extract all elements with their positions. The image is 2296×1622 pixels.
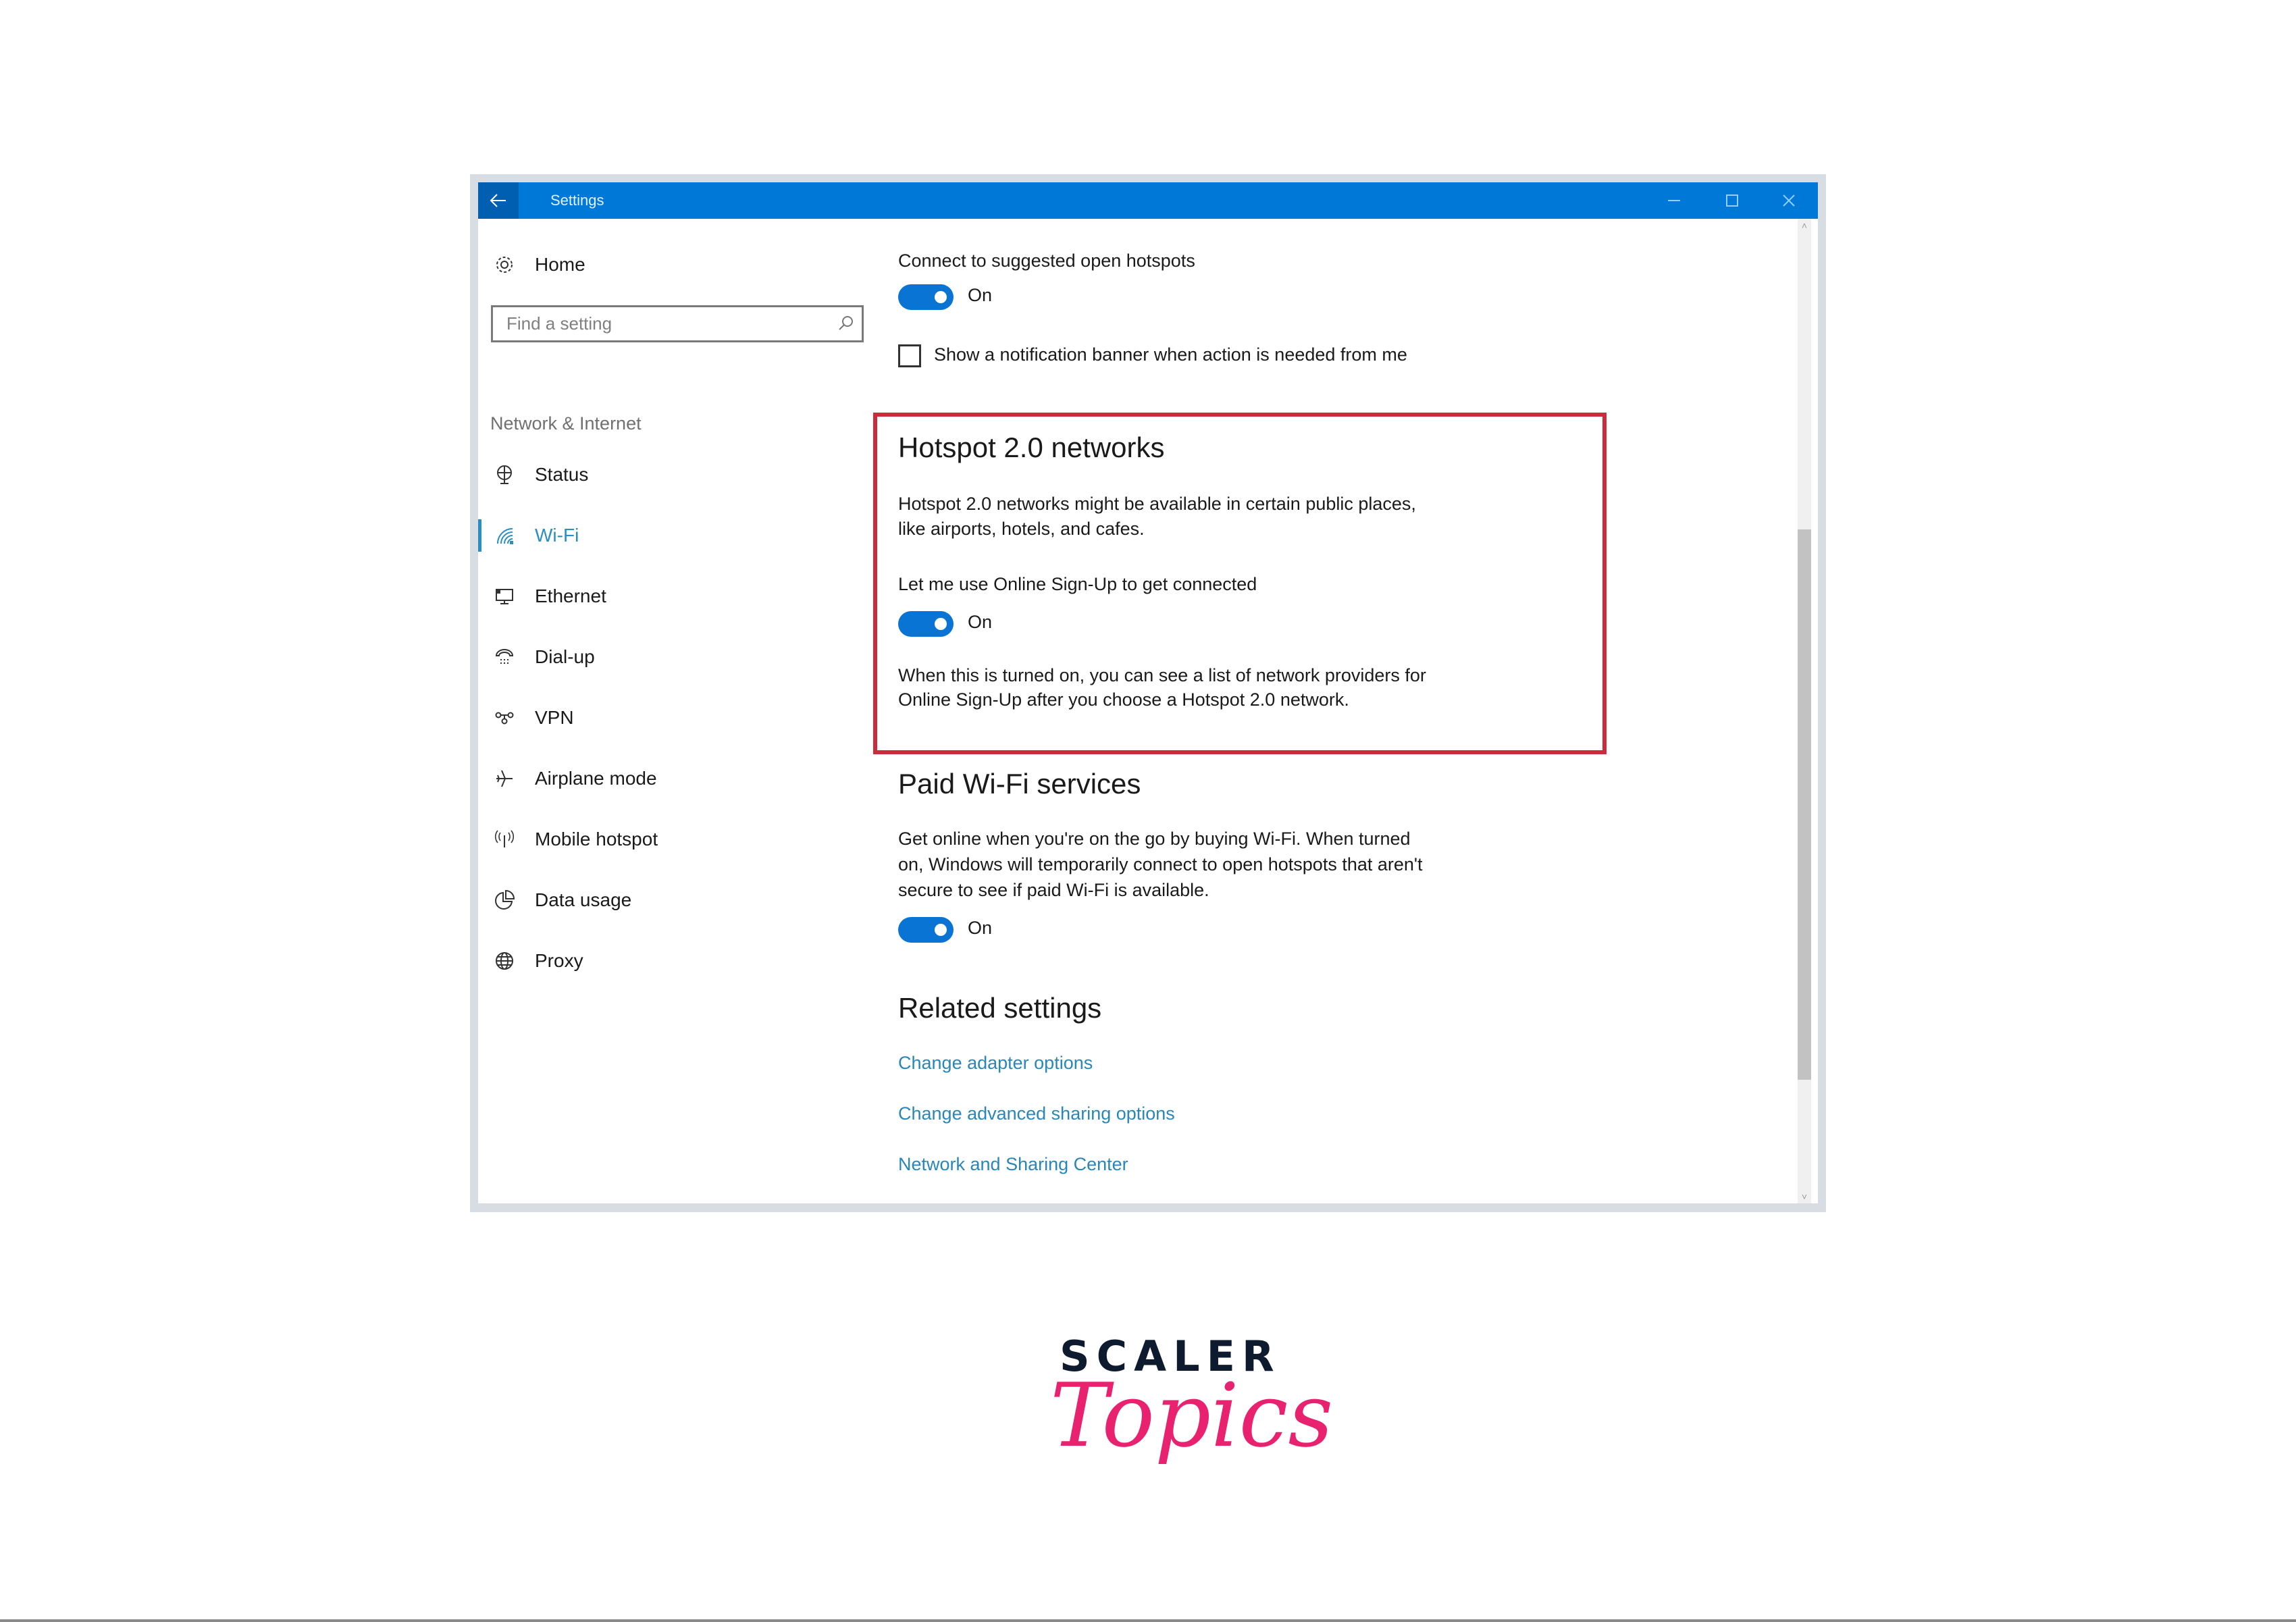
minimize-icon [1668, 200, 1680, 201]
scaler-topics-logo: SCALER Topics [1050, 1332, 1333, 1500]
sidebar-item-label: Wi-Fi [535, 525, 579, 546]
close-icon [1783, 194, 1795, 207]
globe-monitor-icon [493, 463, 516, 486]
logo-topics-text: Topics [1050, 1364, 1334, 1467]
globe-icon [493, 949, 516, 972]
maximize-button[interactable] [1703, 182, 1761, 219]
title-bar: Settings [478, 182, 1818, 219]
scroll-down-icon[interactable]: ˅ [1798, 1191, 1811, 1202]
notification-banner-label[interactable]: Show a notification banner when action i… [934, 342, 1407, 367]
sidebar: Home Find a setting Network & Internet S… [478, 219, 866, 1203]
main-content: Connect to suggested open hotspots On Sh… [866, 219, 1798, 1203]
related-settings-heading: Related settings [898, 992, 1102, 1024]
sidebar-item-status[interactable]: Status [478, 454, 866, 495]
toggle-knob [935, 924, 947, 936]
hotspot20-desc-line1: Hotspot 2.0 networks might be available … [898, 494, 1416, 514]
search-icon[interactable] [837, 315, 855, 332]
change-advanced-sharing-link[interactable]: Change advanced sharing options [898, 1103, 1175, 1124]
section-label: Network & Internet [490, 413, 642, 434]
sidebar-item-label: Status [535, 464, 589, 485]
wifi-icon [493, 524, 516, 547]
sidebar-home[interactable]: Home [478, 244, 866, 285]
minimize-button[interactable] [1645, 182, 1703, 219]
vertical-scrollbar[interactable]: ˄ ˅ [1798, 219, 1811, 1203]
hotspot20-heading: Hotspot 2.0 networks [898, 431, 1165, 463]
sidebar-item-label: Ethernet [535, 585, 606, 606]
paid-wifi-heading: Paid Wi-Fi services [898, 768, 1141, 800]
sidebar-item-data-usage[interactable]: Data usage [478, 880, 866, 920]
bottom-divider [0, 1619, 2296, 1622]
search-input[interactable]: Find a setting [491, 305, 864, 342]
gear-icon [493, 253, 516, 276]
mobile-hotspot-icon [493, 828, 516, 851]
sidebar-item-label: Proxy [535, 950, 583, 971]
toggle-knob [935, 291, 947, 303]
window-title: Settings [550, 192, 604, 209]
change-adapter-options-link[interactable]: Change adapter options [898, 1053, 1093, 1074]
maximize-icon [1726, 194, 1738, 207]
paid-wifi-toggle[interactable] [898, 917, 954, 943]
online-signup-toggle[interactable] [898, 611, 954, 637]
search-placeholder: Find a setting [506, 313, 612, 334]
paid-wifi-desc-line2: on, Windows will temporarily connect to … [898, 854, 1423, 874]
network-sharing-center-link[interactable]: Network and Sharing Center [898, 1154, 1128, 1175]
sidebar-item-ethernet[interactable]: Ethernet [478, 576, 866, 617]
active-indicator [478, 519, 481, 552]
ethernet-icon [493, 585, 516, 608]
data-usage-pie-icon [493, 889, 516, 912]
paid-wifi-desc-line3: secure to see if paid Wi-Fi is available… [898, 880, 1209, 900]
hotspot20-note-line2: Online Sign-Up after you choose a Hotspo… [898, 689, 1349, 710]
sidebar-item-wifi[interactable]: Wi-Fi [478, 515, 866, 556]
hotspot20-note-line1: When this is turned on, you can see a li… [898, 665, 1426, 685]
toggle-knob [935, 618, 947, 630]
hotspot20-desc-line2: like airports, hotels, and cafes. [898, 519, 1145, 539]
paid-wifi-desc-line1: Get online when you're on the go by buyi… [898, 829, 1411, 849]
close-button[interactable] [1760, 182, 1818, 219]
sidebar-item-label: Dial-up [535, 646, 595, 667]
sidebar-item-label: Mobile hotspot [535, 829, 658, 849]
sidebar-item-label: Data usage [535, 889, 632, 910]
suggested-hotspots-label: Connect to suggested open hotspots [898, 251, 1195, 271]
back-button[interactable] [478, 182, 519, 219]
scroll-up-icon[interactable]: ˄ [1798, 220, 1811, 231]
sidebar-item-dial-up[interactable]: Dial-up [478, 637, 866, 677]
vpn-icon [493, 706, 516, 729]
airplane-icon [493, 767, 516, 790]
sidebar-item-label: Airplane mode [535, 768, 657, 789]
toggle-state: On [968, 918, 993, 938]
suggested-hotspots-toggle[interactable] [898, 284, 954, 310]
dial-up-phone-icon [493, 646, 516, 669]
sidebar-item-vpn[interactable]: VPN [478, 698, 866, 738]
sidebar-item-airplane-mode[interactable]: Airplane mode [478, 758, 866, 799]
toggle-state: On [968, 612, 993, 632]
sidebar-item-mobile-hotspot[interactable]: Mobile hotspot [478, 819, 866, 860]
settings-window: Settings Home Find a setting Network & I… [478, 182, 1818, 1203]
sidebar-item-label: VPN [535, 707, 574, 728]
back-arrow-icon [490, 194, 506, 207]
online-signup-label: Let me use Online Sign-Up to get connect… [898, 574, 1257, 594]
scroll-thumb[interactable] [1798, 529, 1811, 1080]
toggle-state: On [968, 285, 993, 305]
sidebar-item-proxy[interactable]: Proxy [478, 941, 866, 981]
notification-banner-checkbox[interactable] [898, 344, 921, 367]
home-label: Home [535, 254, 585, 275]
